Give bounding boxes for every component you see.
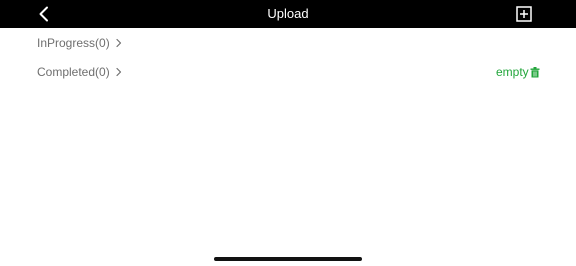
- chevron-right-icon: [116, 67, 121, 77]
- in-progress-label: InProgress(0): [37, 36, 110, 50]
- empty-completed-button[interactable]: empty: [496, 63, 540, 81]
- add-square-icon: [516, 6, 532, 22]
- home-indicator: [214, 257, 362, 261]
- upload-screen: Upload InProgress(0) Completed(0) empty: [0, 0, 576, 266]
- completed-label: Completed(0): [37, 65, 110, 79]
- page-title: Upload: [267, 6, 309, 21]
- completed-row: Completed(0) empty: [0, 63, 576, 81]
- in-progress-toggle[interactable]: InProgress(0): [37, 34, 122, 52]
- trash-icon: [530, 66, 540, 77]
- in-progress-row: InProgress(0): [0, 34, 576, 52]
- add-button[interactable]: [514, 4, 534, 24]
- navigation-bar: Upload: [0, 0, 576, 28]
- empty-label: empty: [496, 65, 529, 79]
- chevron-right-icon: [116, 38, 121, 48]
- completed-toggle[interactable]: Completed(0): [37, 63, 122, 81]
